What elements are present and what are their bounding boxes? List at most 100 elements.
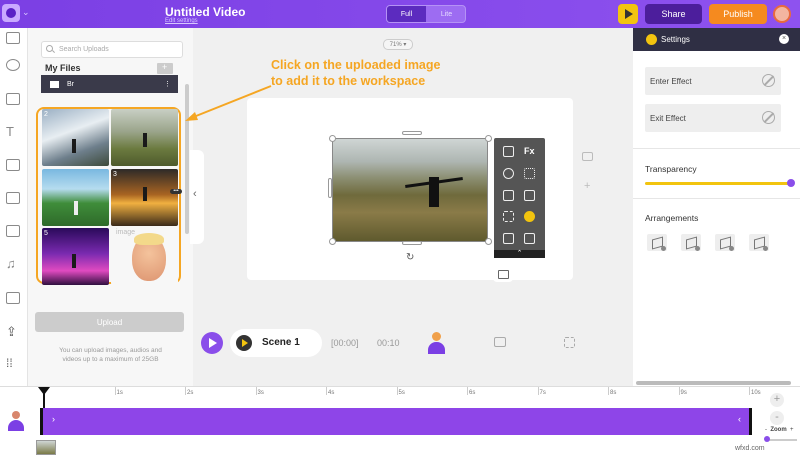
select-icon[interactable] bbox=[503, 211, 514, 222]
scene-selector[interactable]: Scene 1 bbox=[230, 329, 322, 357]
ruler-tick-line bbox=[255, 387, 257, 395]
delete-icon[interactable] bbox=[524, 233, 535, 244]
app-logo-icon[interactable] bbox=[2, 4, 20, 22]
folder-item[interactable]: Br ⋮ bbox=[41, 75, 178, 93]
upload-thumb-sunset[interactable]: 3 bbox=[111, 169, 178, 226]
settings-gear-icon[interactable] bbox=[524, 211, 535, 222]
user-avatar[interactable] bbox=[773, 5, 791, 23]
uploaded-images-grid: 2 3 5 image ••• bbox=[36, 107, 182, 285]
search-input[interactable]: Search Uploads bbox=[41, 41, 183, 58]
selected-image-on-stage[interactable] bbox=[332, 138, 488, 242]
exit-effect-option[interactable]: Exit Effect bbox=[645, 104, 781, 132]
mode-lite-button[interactable]: Lite bbox=[427, 6, 465, 22]
person-silhouette bbox=[74, 201, 78, 215]
upload-button[interactable]: Upload bbox=[35, 312, 184, 332]
play-all-button[interactable] bbox=[201, 332, 223, 354]
video-title[interactable]: Untitled Video bbox=[165, 5, 245, 19]
character-icon[interactable] bbox=[6, 59, 20, 71]
canvas-zoom-select[interactable]: 71% ▾ bbox=[383, 39, 413, 50]
tool-rail: T ♫ ⇪ ⁞⁞ bbox=[0, 28, 28, 386]
upload-thumb-field[interactable] bbox=[111, 109, 178, 166]
crop-icon[interactable] bbox=[503, 146, 514, 157]
send-backward-icon[interactable] bbox=[715, 234, 735, 251]
music-icon[interactable]: ♫ bbox=[6, 257, 20, 270]
screen-caption-icon[interactable] bbox=[493, 266, 513, 282]
ruler-tick-line bbox=[467, 387, 468, 395]
collapse-panel-button[interactable] bbox=[190, 150, 204, 244]
annotation-line-2: to add it to the workspace bbox=[271, 74, 426, 88]
ruler-tick-line bbox=[114, 387, 116, 395]
add-icon[interactable]: + bbox=[584, 180, 590, 192]
character-icon[interactable] bbox=[428, 332, 445, 354]
video-icon[interactable] bbox=[6, 32, 20, 44]
rotate-icon[interactable]: ↻ bbox=[406, 252, 414, 263]
my-files-heading: My Files bbox=[45, 63, 81, 73]
resize-handle[interactable] bbox=[485, 238, 492, 245]
resize-handle[interactable] bbox=[329, 135, 336, 142]
upload-limit-note: You can upload images, audios and videos… bbox=[59, 347, 162, 363]
props-icon[interactable] bbox=[6, 93, 20, 105]
transparency-slider[interactable] bbox=[645, 182, 790, 185]
current-time: [00:00] bbox=[331, 338, 359, 348]
bring-to-front-icon[interactable] bbox=[681, 234, 701, 251]
scene-track[interactable]: › ‹ bbox=[40, 408, 752, 435]
resize-handle[interactable] bbox=[329, 238, 336, 245]
thumb-more-icon[interactable]: ••• bbox=[170, 189, 182, 194]
text-icon[interactable]: T bbox=[6, 125, 20, 138]
upload-thumb-mountain[interactable]: 2 bbox=[42, 109, 109, 166]
track-right-handle[interactable]: ‹ bbox=[738, 414, 741, 424]
more-grid-icon[interactable]: ⁞⁞ bbox=[6, 357, 20, 369]
preview-play-button[interactable] bbox=[618, 4, 638, 24]
chevron-up-icon[interactable]: ⌃ bbox=[494, 250, 545, 258]
background-icon[interactable] bbox=[6, 292, 20, 304]
effects-button[interactable]: Fx bbox=[524, 146, 535, 156]
bring-forward-icon[interactable] bbox=[647, 234, 667, 251]
transparency-slider-knob[interactable] bbox=[787, 179, 795, 187]
track-thumbnail[interactable] bbox=[36, 440, 56, 455]
timeline: 1s 2s 3s 4s 5s 6s 7s 8s 9s 10s › ‹ + - - Zoom + bbox=[0, 386, 800, 457]
focus-icon[interactable] bbox=[564, 337, 575, 348]
scene-play-button[interactable] bbox=[236, 335, 252, 351]
track-left-handle[interactable]: › bbox=[52, 414, 55, 424]
edit-settings-link[interactable]: Edit settings bbox=[165, 18, 198, 24]
annotation-line-1: Click on the uploaded image bbox=[271, 58, 441, 72]
resize-handle[interactable] bbox=[328, 178, 332, 198]
filter-icon[interactable] bbox=[524, 168, 535, 179]
caption-side-icon[interactable] bbox=[582, 152, 593, 161]
video-clip-icon[interactable] bbox=[6, 225, 20, 237]
scene-duration[interactable]: 00:10 bbox=[377, 338, 400, 348]
color-icon[interactable] bbox=[503, 168, 514, 179]
lock-icon[interactable] bbox=[503, 233, 514, 244]
zoom-out-button[interactable]: - bbox=[770, 411, 784, 425]
mode-toggle[interactable]: Full Lite bbox=[386, 5, 466, 23]
layer-icon[interactable] bbox=[503, 190, 514, 201]
thumb-number: 5 bbox=[44, 230, 48, 237]
upload-icon[interactable]: ⇪ bbox=[6, 325, 20, 338]
ruler-tick-label: 9s bbox=[680, 390, 687, 396]
resize-handle[interactable] bbox=[402, 131, 422, 135]
share-button[interactable]: Share bbox=[645, 4, 702, 24]
mode-full-button[interactable]: Full bbox=[387, 6, 426, 22]
enter-effect-option[interactable]: Enter Effect bbox=[645, 67, 781, 95]
close-icon[interactable]: × bbox=[779, 34, 789, 44]
flip-icon[interactable] bbox=[524, 190, 535, 201]
add-folder-icon[interactable] bbox=[157, 62, 173, 74]
resize-handle[interactable] bbox=[402, 241, 422, 245]
resize-handle[interactable] bbox=[485, 135, 492, 142]
folder-menu-icon[interactable]: ⋮ bbox=[164, 80, 171, 88]
chart-icon[interactable] bbox=[6, 159, 20, 171]
zoom-in-button[interactable]: + bbox=[770, 393, 784, 407]
upload-thumb-valley[interactable] bbox=[42, 169, 109, 226]
ruler-tick-line bbox=[537, 387, 539, 395]
ruler-tick-label: 7s bbox=[539, 390, 546, 396]
zoom-slider-knob[interactable] bbox=[764, 436, 770, 442]
image-icon[interactable] bbox=[6, 192, 20, 204]
settings-scrollbar[interactable] bbox=[636, 381, 791, 385]
send-to-back-icon[interactable] bbox=[749, 234, 769, 251]
upload-thumb-purple[interactable]: 5 bbox=[42, 228, 109, 285]
screen-icon[interactable] bbox=[494, 337, 506, 347]
chevron-down-icon[interactable]: ⌄ bbox=[22, 7, 30, 18]
ruler-tick-label: 8s bbox=[610, 390, 617, 396]
publish-button[interactable]: Publish bbox=[709, 4, 767, 24]
search-icon bbox=[46, 45, 53, 52]
